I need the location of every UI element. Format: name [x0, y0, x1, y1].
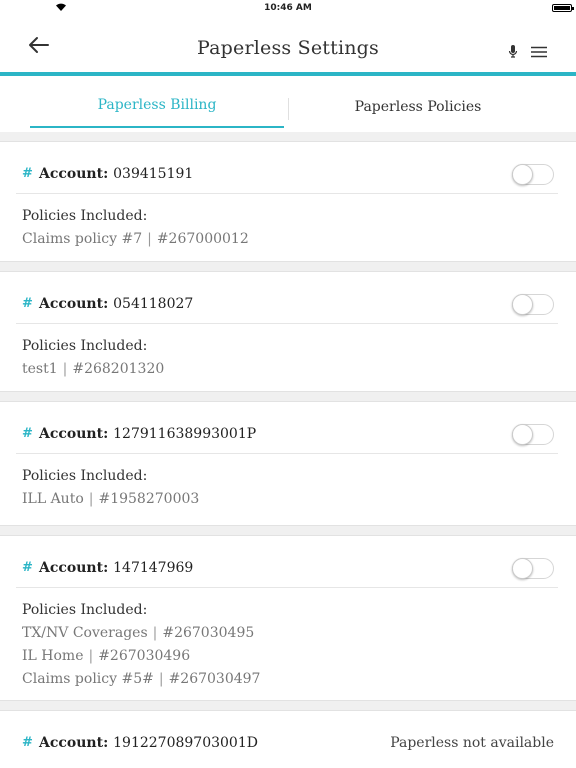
paperless-toggle[interactable]	[512, 294, 554, 315]
policy-item: Claims policy #5# | #267030497	[22, 671, 261, 687]
policy-item: IL Home | #267030496	[22, 648, 191, 664]
paperless-toggle[interactable]	[512, 424, 554, 445]
account-header: # Account: 039415191	[16, 142, 558, 194]
account-number: 127911638993001P	[113, 426, 257, 442]
tab-bar: Paperless Billing Paperless Policies	[0, 76, 576, 132]
policies-label: Policies Included:	[22, 468, 148, 484]
account-number: 147147969	[113, 560, 194, 576]
tab-divider	[288, 98, 289, 120]
page-title: Paperless Settings	[197, 37, 379, 59]
account-label: Account: 191227089703001D	[39, 735, 258, 751]
battery-icon	[552, 4, 574, 12]
account-header: # Account: 054118027	[16, 272, 558, 324]
account-card: # Account: 147147969 Policies Included: …	[0, 535, 576, 701]
tab-paperless-billing[interactable]: Paperless Billing	[30, 76, 284, 132]
microphone-icon[interactable]	[507, 44, 519, 60]
hash-icon: #	[22, 296, 33, 311]
account-header: # Account: 127911638993001P	[16, 402, 558, 454]
hash-icon: #	[22, 426, 33, 441]
hash-icon: #	[22, 560, 33, 575]
status-time: 10:46 AM	[264, 3, 312, 13]
hash-icon: #	[22, 166, 33, 181]
hash-icon: #	[22, 735, 33, 750]
account-label: Account: 127911638993001P	[39, 426, 257, 442]
account-card: # Account: 191227089703001D Paperless no…	[0, 710, 576, 768]
menu-icon[interactable]	[530, 46, 548, 58]
account-label: Account: 054118027	[39, 296, 194, 312]
policies-label: Policies Included:	[22, 602, 148, 618]
paperless-status-text: Paperless not available	[390, 735, 554, 751]
tab-paperless-policies[interactable]: Paperless Policies	[290, 76, 546, 132]
account-label: Account: 039415191	[39, 166, 194, 182]
policies-label: Policies Included:	[22, 208, 148, 224]
account-header: # Account: 147147969	[16, 536, 558, 588]
status-bar: 10:46 AM	[0, 0, 576, 16]
account-card: # Account: 054118027 Policies Included: …	[0, 271, 576, 392]
account-number: 054118027	[113, 296, 194, 312]
policies-label: Policies Included:	[22, 338, 148, 354]
policy-item: test1 | #268201320	[22, 361, 165, 377]
account-card: # Account: 127911638993001P Policies Inc…	[0, 401, 576, 526]
account-header: # Account: 191227089703001D Paperless no…	[16, 711, 558, 763]
paperless-toggle[interactable]	[512, 558, 554, 579]
active-tab-indicator	[30, 126, 284, 128]
policy-item: Claims policy #7 | #267000012	[22, 231, 249, 247]
account-number: 191227089703001D	[113, 735, 258, 751]
paperless-toggle[interactable]	[512, 164, 554, 185]
policy-item: ILL Auto | #1958270003	[22, 491, 200, 507]
policy-item: TX/NV Coverages | #267030495	[22, 625, 255, 641]
policies-section: Policies Included: ILL Auto | #1958270003	[22, 468, 556, 514]
policies-section: Policies Included: TX/NV Coverages | #2670…	[22, 602, 556, 694]
navigation-bar: Paperless Settings	[0, 16, 576, 74]
account-number: 039415191	[113, 166, 194, 182]
policies-section: Policies Included: test1 | #268201320	[22, 338, 556, 384]
account-card: # Account: 039415191 Policies Included: …	[0, 141, 576, 262]
account-label: Account: 147147969	[39, 560, 194, 576]
policies-section: Policies Included: Claims policy #7 | #267…	[22, 208, 556, 254]
